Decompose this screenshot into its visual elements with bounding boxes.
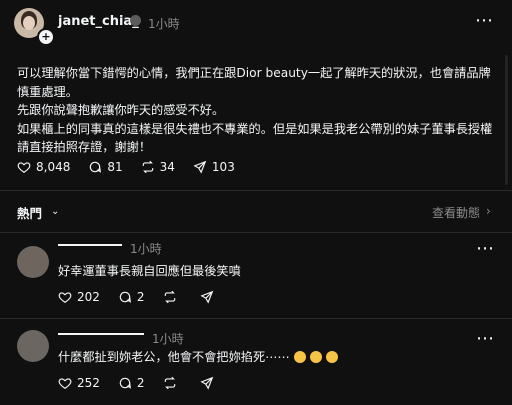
repost-button[interactable]: 34: [141, 160, 175, 174]
chevron-down-icon[interactable]: ⌄: [51, 206, 59, 217]
share-icon: [199, 290, 213, 304]
comment-button[interactable]: 2: [118, 376, 145, 390]
repost-button[interactable]: [163, 290, 182, 304]
repost-button[interactable]: [163, 376, 182, 390]
reply-time: 1小時: [130, 242, 162, 256]
reply-username-redacted: [58, 244, 122, 246]
share-icon: [199, 376, 213, 390]
comment-count: 81: [107, 160, 123, 174]
comment-icon: [119, 377, 131, 389]
heart-icon: [58, 292, 72, 303]
post-action-bar: 8,048 81 34 103: [17, 160, 253, 174]
reply-text: 好幸運董事長親自回應但最後笑噴: [58, 264, 241, 278]
repost-icon: [164, 290, 175, 304]
view-activity-link[interactable]: 查看動態: [432, 204, 480, 221]
comment-count: 2: [136, 376, 145, 390]
share-button[interactable]: [199, 290, 219, 304]
reply-avatar[interactable]: [17, 330, 49, 362]
reply-avatar[interactable]: [17, 246, 49, 278]
follow-plus-icon[interactable]: +: [37, 28, 55, 46]
reply-more-icon[interactable]: ⋯: [476, 328, 494, 349]
comment-count: 2: [136, 290, 145, 304]
post-time: 1小時: [148, 17, 180, 31]
divider: [0, 232, 512, 233]
laughing-emoji-icon: [325, 351, 338, 363]
like-button[interactable]: 202: [58, 290, 100, 304]
laughing-emoji-icon: [309, 351, 322, 363]
reply-time: 1小時: [152, 332, 184, 346]
share-button[interactable]: [199, 376, 219, 390]
divider: [0, 318, 512, 319]
like-count: 202: [77, 290, 100, 304]
reply-username-redacted: [58, 333, 144, 335]
reply-text: 什麼都扯到妳老公，他會不會把妳掐死⋯⋯: [58, 350, 290, 364]
laughing-emoji-icon: [293, 351, 306, 363]
scrollbar[interactable]: [505, 55, 508, 185]
share-icon: [193, 160, 207, 174]
author-username[interactable]: janet_chia_: [58, 14, 139, 29]
share-button[interactable]: 103: [193, 160, 235, 174]
heart-icon: [17, 162, 31, 173]
verified-badge-icon: [130, 15, 141, 26]
comment-icon: [119, 291, 131, 303]
like-button[interactable]: 8,048: [17, 160, 70, 174]
comment-button[interactable]: 81: [88, 160, 123, 174]
repost-icon: [164, 376, 175, 390]
repost-count: 34: [159, 160, 175, 174]
reply-action-bar: 252 2: [58, 376, 237, 390]
like-count: 8,048: [36, 160, 71, 174]
reply-action-bar: 202 2: [58, 290, 237, 304]
post-body-text: 可以理解你當下錯愕的心情，我們正在跟Dior beauty一起了解昨天的狀況，也…: [17, 66, 493, 154]
comment-icon: [90, 161, 102, 173]
reply-more-icon[interactable]: ⋯: [476, 238, 494, 259]
like-button[interactable]: 252: [58, 376, 100, 390]
heart-icon: [58, 378, 72, 389]
comment-button[interactable]: 2: [118, 290, 145, 304]
repost-icon: [142, 160, 153, 174]
reply-body: 什麼都扯到妳老公，他會不會把妳掐死⋯⋯: [58, 347, 338, 365]
sort-dropdown[interactable]: 熱門: [17, 203, 42, 222]
divider: [0, 190, 512, 191]
post-more-icon[interactable]: ⋯: [475, 10, 494, 31]
like-count: 252: [77, 376, 100, 390]
chevron-right-icon[interactable]: ›: [486, 204, 491, 218]
share-count: 103: [211, 160, 235, 174]
